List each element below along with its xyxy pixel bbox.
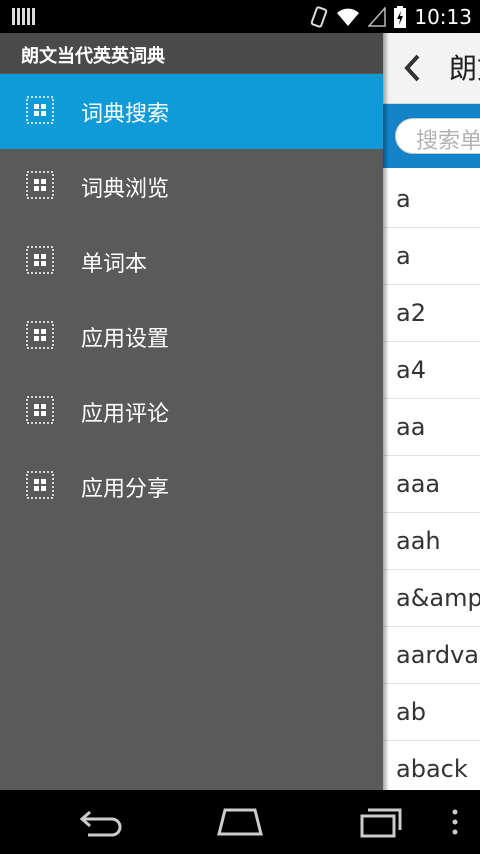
search-input[interactable]: 搜索单 [395,118,480,154]
menu-item-wordbook[interactable]: 单词本 [0,224,383,299]
grid-icon [26,246,54,274]
list-item[interactable]: a&amp; [383,570,480,627]
menu-item-dictionary-search[interactable]: 词典搜索 [0,74,383,149]
page-title: 朗文 [449,52,480,85]
back-nav-icon[interactable] [78,804,124,840]
menu-item-label: 应用分享 [81,477,170,502]
list-item[interactable]: a4 [383,342,480,399]
menu-item-label: 词典搜索 [81,102,170,127]
menu-item-share[interactable]: 应用分享 [0,449,383,524]
grid-icon [26,321,54,349]
back-icon[interactable] [403,53,421,83]
drawer-header: 朗文当代英英词典 [0,33,383,73]
home-icon[interactable] [216,804,264,840]
menu-item-label: 词典浏览 [81,177,170,202]
wifi-icon [337,8,360,26]
main-content: 朗文 搜索单 a a a2 a4 aa aaa aah a&amp; aardv… [383,33,480,790]
battery-icon [394,5,407,28]
status-bar: 10:13 [0,0,480,33]
menu-item-settings[interactable]: 应用设置 [0,299,383,374]
menu-item-label: 应用设置 [81,327,170,352]
menu-item-dictionary-browse[interactable]: 词典浏览 [0,149,383,224]
grid-icon [26,171,54,199]
grid-icon [26,471,54,499]
signal-icon [368,6,387,27]
action-bar: 朗文 [383,33,480,104]
grid-icon [26,96,54,124]
menu-item-review[interactable]: 应用评论 [0,374,383,449]
word-list: a a a2 a4 aa aaa aah a&amp; aardvar ab a… [383,171,480,790]
menu-item-label: 应用评论 [81,402,170,427]
search-placeholder: 搜索单 [416,129,480,154]
list-item[interactable]: aa [383,399,480,456]
list-item[interactable]: aaa [383,456,480,513]
search-bar: 搜索单 [383,104,480,168]
menu-item-label: 单词本 [81,252,148,277]
list-item[interactable]: a [383,171,480,228]
list-item[interactable]: ab [383,684,480,741]
navigation-drawer: 朗文当代英英词典 词典搜索 词典浏览 单词本 应用设置 应用评论 应用分享 [0,33,383,790]
recent-apps-icon[interactable] [358,804,404,840]
grid-icon [26,396,54,424]
drawer-menu: 词典搜索 词典浏览 单词本 应用设置 应用评论 应用分享 [0,74,383,524]
list-item[interactable]: aardvar [383,627,480,684]
list-item[interactable]: aah [383,513,480,570]
notification-icon [12,8,35,25]
list-item[interactable]: a2 [383,285,480,342]
vibrate-icon [311,5,328,28]
clock: 10:13 [414,4,472,29]
list-item[interactable]: aback [383,741,480,790]
drawer-shadow [383,33,389,790]
drawer-title: 朗文当代英英词典 [21,46,165,67]
system-nav-bar [0,790,480,854]
list-item[interactable]: a [383,228,480,285]
overflow-menu-icon[interactable] [450,804,460,840]
